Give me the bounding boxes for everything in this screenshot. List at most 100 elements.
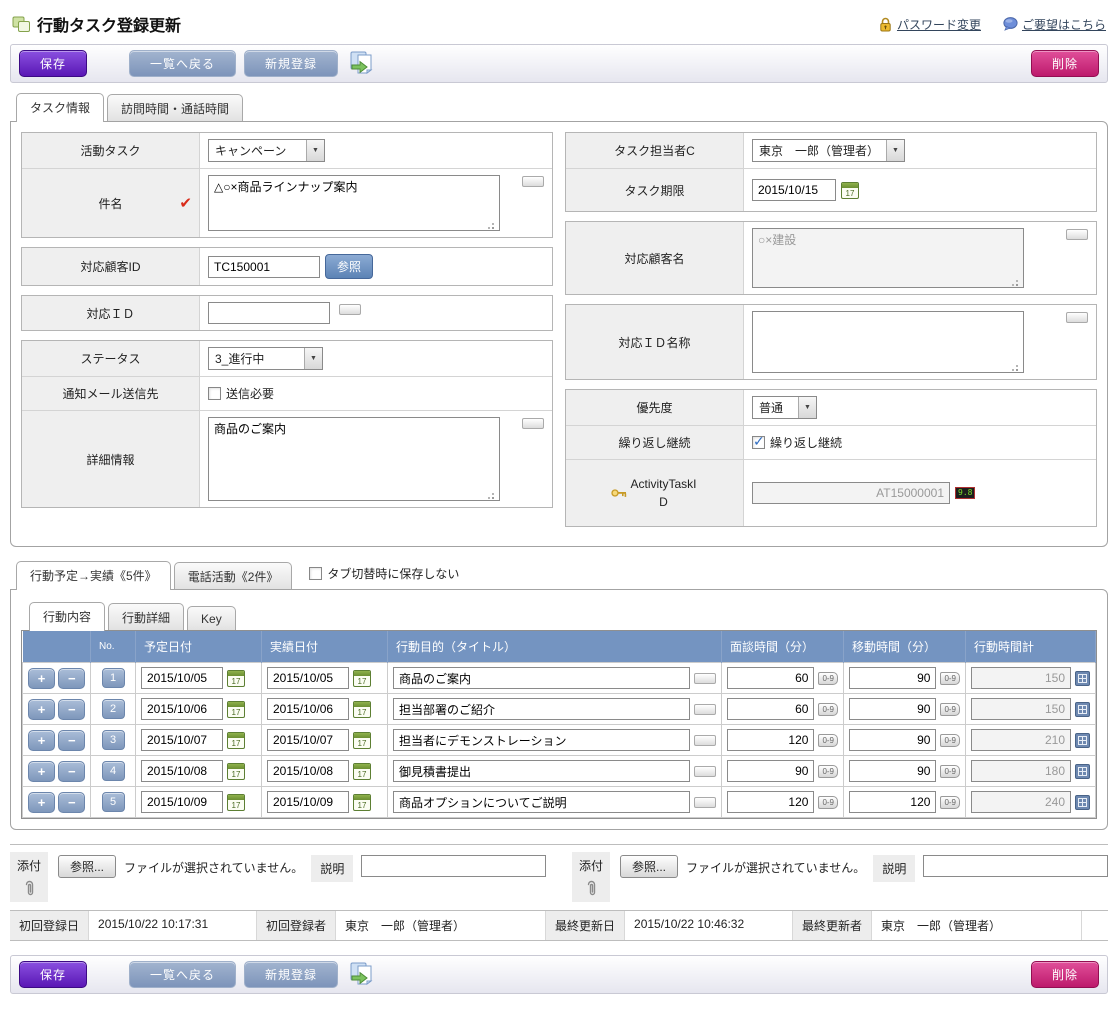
purpose-input[interactable] — [393, 667, 690, 689]
duplicate-button-bottom[interactable] — [346, 961, 377, 988]
meet-minutes-input[interactable] — [727, 760, 814, 782]
add-row-button[interactable]: + — [28, 761, 55, 782]
new-registration-button-bottom[interactable]: 新規登録 — [244, 961, 338, 988]
meet-minutes-input[interactable] — [727, 667, 814, 689]
meet-minutes-input[interactable] — [727, 791, 814, 813]
tab-visit-call-time[interactable]: 訪問時間・通話時間 — [107, 94, 243, 121]
row-number-badge[interactable]: 5 — [102, 792, 125, 812]
plan-date-input[interactable] — [141, 667, 223, 689]
numpad-icon[interactable]: 0-9 — [818, 703, 838, 716]
plan-date-input[interactable] — [141, 729, 223, 751]
resize-grip[interactable] — [1010, 278, 1018, 286]
remove-row-button[interactable]: − — [58, 792, 85, 813]
password-change-link[interactable]: パスワード変更 — [878, 16, 981, 33]
status-select[interactable]: 3_進行中 — [208, 347, 323, 370]
remove-row-button[interactable]: − — [58, 730, 85, 751]
add-row-button[interactable]: + — [28, 668, 55, 689]
activity-task-id-input[interactable] — [752, 482, 950, 504]
expand-field-button[interactable] — [1066, 229, 1088, 240]
duplicate-button[interactable] — [346, 50, 377, 77]
total-minutes-input[interactable] — [971, 667, 1071, 689]
total-minutes-input[interactable] — [971, 760, 1071, 782]
customer-name-textarea[interactable]: ○×建設 — [752, 228, 1024, 288]
numpad-icon[interactable]: 0-9 — [818, 734, 838, 747]
description-input[interactable] — [361, 855, 546, 877]
calendar-icon[interactable] — [227, 670, 245, 687]
add-row-button[interactable]: + — [28, 699, 55, 720]
actual-date-input[interactable] — [267, 791, 349, 813]
calendar-icon[interactable] — [353, 701, 371, 718]
new-registration-button[interactable]: 新規登録 — [244, 50, 338, 77]
tab-phone-activity[interactable]: 電話活動《2件》 — [174, 562, 293, 589]
chevron-down-icon[interactable] — [304, 348, 322, 369]
subject-textarea[interactable]: △○×商品ラインナップ案内 — [208, 175, 500, 231]
calendar-icon[interactable] — [353, 732, 371, 749]
chevron-down-icon[interactable] — [886, 140, 904, 161]
numpad-icon[interactable]: 0-9 — [818, 765, 838, 778]
row-number-badge[interactable]: 1 — [102, 668, 125, 688]
calendar-icon[interactable] — [353, 763, 371, 780]
calendar-icon[interactable] — [353, 670, 371, 687]
move-minutes-input[interactable] — [849, 698, 936, 720]
tab-key[interactable]: Key — [187, 606, 236, 630]
tab-activity-detail[interactable]: 行動詳細 — [108, 603, 184, 630]
purpose-input[interactable] — [393, 791, 690, 813]
move-minutes-input[interactable] — [849, 791, 936, 813]
purpose-input[interactable] — [393, 729, 690, 751]
remove-row-button[interactable]: − — [58, 668, 85, 689]
delete-button[interactable]: 削除 — [1031, 50, 1099, 77]
numpad-icon[interactable]: 0-9 — [818, 672, 838, 685]
expand-field-button[interactable] — [694, 735, 716, 746]
no-save-on-tab-switch-checkbox[interactable] — [309, 567, 322, 580]
move-minutes-input[interactable] — [849, 760, 936, 782]
save-button-bottom[interactable]: 保存 — [19, 961, 87, 988]
expand-field-button[interactable] — [522, 418, 544, 429]
save-button[interactable]: 保存 — [19, 50, 87, 77]
expand-field-button[interactable] — [694, 704, 716, 715]
remove-row-button[interactable]: − — [58, 761, 85, 782]
chevron-down-icon[interactable] — [306, 140, 324, 161]
plan-date-input[interactable] — [141, 698, 223, 720]
row-number-badge[interactable]: 2 — [102, 699, 125, 719]
expand-field-button[interactable] — [339, 304, 361, 315]
calendar-icon[interactable] — [841, 182, 859, 199]
actual-date-input[interactable] — [267, 760, 349, 782]
actual-date-input[interactable] — [267, 729, 349, 751]
calendar-icon[interactable] — [227, 763, 245, 780]
expand-field-button[interactable] — [694, 673, 716, 684]
total-minutes-input[interactable] — [971, 729, 1071, 751]
move-minutes-input[interactable] — [849, 729, 936, 751]
actual-date-input[interactable] — [267, 698, 349, 720]
numpad-icon[interactable]: 0-9 — [940, 703, 960, 716]
feedback-link[interactable]: ご要望はこちら — [1003, 16, 1106, 33]
numpad-icon[interactable]: 0-9 — [940, 765, 960, 778]
priority-select[interactable]: 普通 — [752, 396, 817, 419]
customer-id-input[interactable] — [208, 256, 320, 278]
file-browse-button[interactable]: 参照... — [58, 855, 116, 878]
resize-grip[interactable] — [486, 491, 494, 499]
tab-activity-content[interactable]: 行動内容 — [29, 602, 105, 631]
file-browse-button[interactable]: 参照... — [620, 855, 678, 878]
expand-field-button[interactable] — [694, 766, 716, 777]
tab-activity-plan-results[interactable]: 行動予定→実績《5件》 — [16, 561, 171, 590]
task-owner-select[interactable]: 東京 一郎（管理者） — [752, 139, 905, 162]
row-number-badge[interactable]: 3 — [102, 730, 125, 750]
detail-info-textarea[interactable]: 商品のご案内 — [208, 417, 500, 501]
back-to-list-button-bottom[interactable]: 一覧へ戻る — [129, 961, 236, 988]
numpad-icon[interactable]: 0-9 — [940, 796, 960, 809]
numpad-icon[interactable]: 0-9 — [940, 734, 960, 747]
move-minutes-input[interactable] — [849, 667, 936, 689]
delete-button-bottom[interactable]: 削除 — [1031, 961, 1099, 988]
resize-grip[interactable] — [486, 221, 494, 229]
browse-customer-button[interactable]: 参照 — [325, 254, 373, 279]
plan-date-input[interactable] — [141, 791, 223, 813]
resize-grip[interactable] — [1010, 363, 1018, 371]
numpad-icon[interactable]: 0-9 — [940, 672, 960, 685]
calendar-icon[interactable] — [227, 794, 245, 811]
description-input[interactable] — [923, 855, 1108, 877]
activity-task-select[interactable]: キャンペーン — [208, 139, 325, 162]
plan-date-input[interactable] — [141, 760, 223, 782]
chevron-down-icon[interactable] — [798, 397, 816, 418]
back-to-list-button[interactable]: 一覧へ戻る — [129, 50, 236, 77]
add-row-button[interactable]: + — [28, 730, 55, 751]
